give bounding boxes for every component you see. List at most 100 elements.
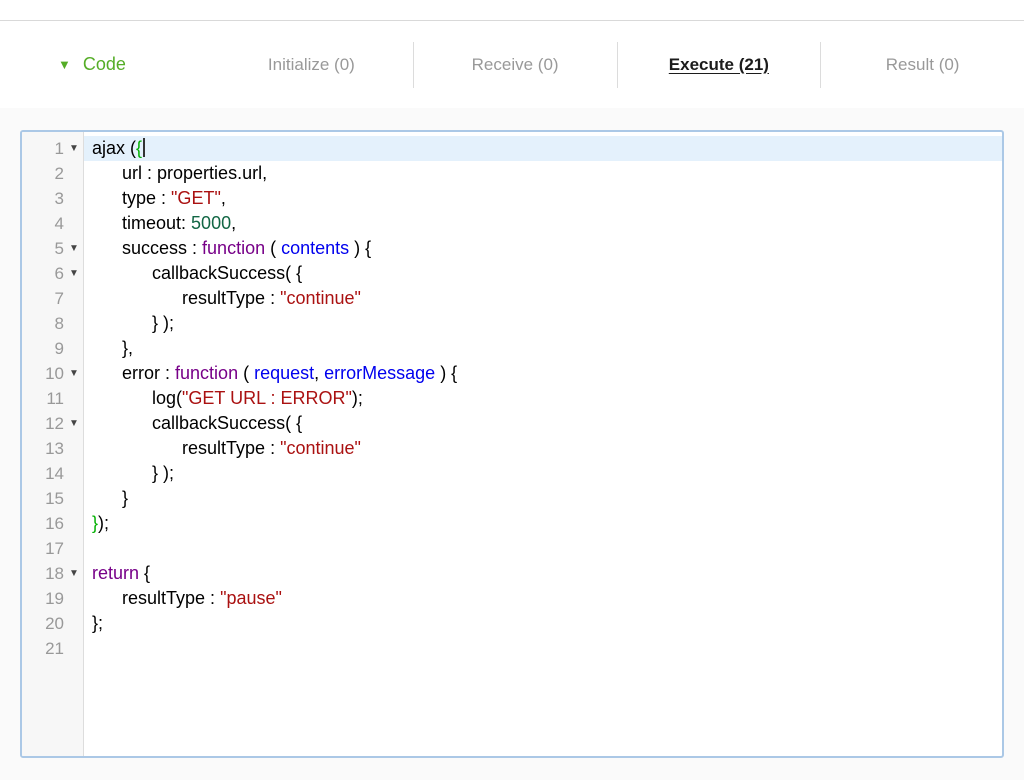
- line-number: 17: [45, 538, 64, 558]
- gutter-line: 1 ▼: [22, 136, 83, 161]
- editor-code[interactable]: ajax ({ url : properties.url, type : "GE…: [84, 132, 1002, 756]
- gutter-line: 4: [22, 211, 83, 236]
- code-line[interactable]: }: [84, 486, 1002, 511]
- line-number: 19: [45, 588, 64, 608]
- code-line[interactable]: ajax ({: [84, 136, 1002, 161]
- code-line[interactable]: });: [84, 511, 1002, 536]
- code-token-plain: ) {: [349, 238, 372, 258]
- code-line[interactable]: };: [84, 611, 1002, 636]
- tab-bar: ▼ Code Initialize (0) Receive (0) Execut…: [0, 20, 1024, 108]
- gutter-line: 20: [22, 611, 83, 636]
- code-line[interactable]: } );: [84, 461, 1002, 486]
- tab-code[interactable]: ▼ Code: [0, 54, 210, 75]
- code-line[interactable]: url : properties.url,: [84, 161, 1002, 186]
- gutter-line: 14: [22, 461, 83, 486]
- tab-result[interactable]: Result (0): [820, 41, 1024, 88]
- fold-arrow-icon[interactable]: ▼: [65, 268, 83, 279]
- code-token-plain: url : properties.url,: [92, 163, 268, 183]
- text-cursor: [143, 138, 146, 157]
- code-line[interactable]: type : "GET",: [84, 186, 1002, 211]
- code-token-plain: (: [238, 363, 255, 383]
- gutter-line: 6 ▼: [22, 261, 83, 286]
- gutter-line: 21: [22, 636, 83, 661]
- line-number: 8: [54, 313, 64, 333]
- tab-initialize-label: Initialize (0): [267, 54, 355, 74]
- gutter-line: 13: [22, 436, 83, 461]
- code-line[interactable]: [84, 636, 1002, 661]
- code-dropdown-icon[interactable]: ▼: [58, 58, 71, 71]
- code-line[interactable]: callbackSuccess( {: [84, 261, 1002, 286]
- gutter-line: 18 ▼: [22, 561, 83, 586]
- code-token-keyword: return: [92, 563, 140, 583]
- gutter-line: 10 ▼: [22, 361, 83, 386]
- code-token-plain: resultType :: [92, 438, 281, 458]
- line-number: 21: [45, 638, 64, 658]
- code-token-plain: callbackSuccess( {: [92, 263, 303, 283]
- code-editor[interactable]: 1 ▼ 2 3 4 5 ▼ 6 ▼ 7 8 9 10 ▼ 11 12 ▼ 13 14 15 16 17 18 ▼ 19 20 21 …: [20, 130, 1004, 758]
- code-token-string: "pause": [220, 588, 282, 608]
- code-line[interactable]: [84, 536, 1002, 561]
- line-number: 12: [45, 413, 64, 433]
- code-token-plain: ,: [314, 363, 325, 383]
- code-line[interactable]: resultType : "pause": [84, 586, 1002, 611]
- code-line[interactable]: error : function ( request, errorMessage…: [84, 361, 1002, 386]
- line-number: 15: [45, 488, 64, 508]
- line-number: 18: [45, 563, 64, 583]
- code-token-plain: (: [265, 238, 282, 258]
- tab-execute-label: Execute (21): [668, 54, 769, 74]
- gutter-line: 9: [22, 336, 83, 361]
- line-number: 6: [54, 263, 64, 283]
- code-token-plain: log(: [92, 388, 183, 408]
- code-token-plain: }: [92, 488, 129, 508]
- code-token-plain: },: [92, 338, 134, 358]
- code-line[interactable]: } );: [84, 311, 1002, 336]
- line-number: 14: [45, 463, 64, 483]
- line-number: 16: [45, 513, 64, 533]
- line-number: 13: [45, 438, 64, 458]
- code-line[interactable]: timeout: 5000,: [84, 211, 1002, 236]
- code-line[interactable]: success : function ( contents ) {: [84, 236, 1002, 261]
- code-line[interactable]: return {: [84, 561, 1002, 586]
- code-token-plain: );: [98, 513, 110, 533]
- code-token-plain: timeout:: [92, 213, 192, 233]
- line-number: 2: [54, 163, 64, 183]
- code-token-string: "GET": [171, 188, 221, 208]
- fold-arrow-icon[interactable]: ▼: [65, 418, 83, 429]
- code-line[interactable]: callbackSuccess( {: [84, 411, 1002, 436]
- code-token-match: {: [136, 138, 143, 158]
- code-line[interactable]: resultType : "continue": [84, 286, 1002, 311]
- tab-execute[interactable]: Execute (21): [616, 41, 821, 88]
- code-token-plain: ajax (: [92, 138, 137, 158]
- fold-arrow-icon[interactable]: ▼: [65, 243, 83, 254]
- gutter-line: 7: [22, 286, 83, 311]
- editor-gutter: 1 ▼ 2 3 4 5 ▼ 6 ▼ 7 8 9 10 ▼ 11 12 ▼ 13 14 15 16 17 18 ▼ 19 20 21: [22, 132, 84, 756]
- code-token-plain: );: [351, 388, 363, 408]
- gutter-line: 15: [22, 486, 83, 511]
- code-token-plain: error :: [92, 363, 176, 383]
- gutter-line: 12 ▼: [22, 411, 83, 436]
- fold-arrow-icon[interactable]: ▼: [65, 368, 83, 379]
- code-token-plain: ,: [231, 213, 237, 233]
- fold-arrow-icon[interactable]: ▼: [65, 568, 83, 579]
- code-line[interactable]: resultType : "continue": [84, 436, 1002, 461]
- line-number: 1: [54, 138, 64, 158]
- code-line[interactable]: log("GET URL : ERROR");: [84, 386, 1002, 411]
- code-token-plain: ,: [220, 188, 226, 208]
- code-token-plain: resultType :: [92, 588, 221, 608]
- gutter-line: 5 ▼: [22, 236, 83, 261]
- gutter-line: 17: [22, 536, 83, 561]
- code-token-string: "continue": [280, 288, 361, 308]
- code-token-string: "continue": [280, 438, 361, 458]
- fold-arrow-icon[interactable]: ▼: [65, 143, 83, 154]
- code-line[interactable]: },: [84, 336, 1002, 361]
- line-number: 7: [54, 288, 64, 308]
- gutter-line: 2: [22, 161, 83, 186]
- code-token-plain: } );: [92, 463, 175, 483]
- gutter-line: 19: [22, 586, 83, 611]
- gutter-line: 16: [22, 511, 83, 536]
- tab-initialize[interactable]: Initialize (0): [210, 42, 413, 88]
- code-token-plain: } );: [92, 313, 175, 333]
- tab-receive[interactable]: Receive (0): [412, 41, 617, 88]
- code-token-string: "GET URL : ERROR": [182, 388, 352, 408]
- line-number: 4: [54, 213, 64, 233]
